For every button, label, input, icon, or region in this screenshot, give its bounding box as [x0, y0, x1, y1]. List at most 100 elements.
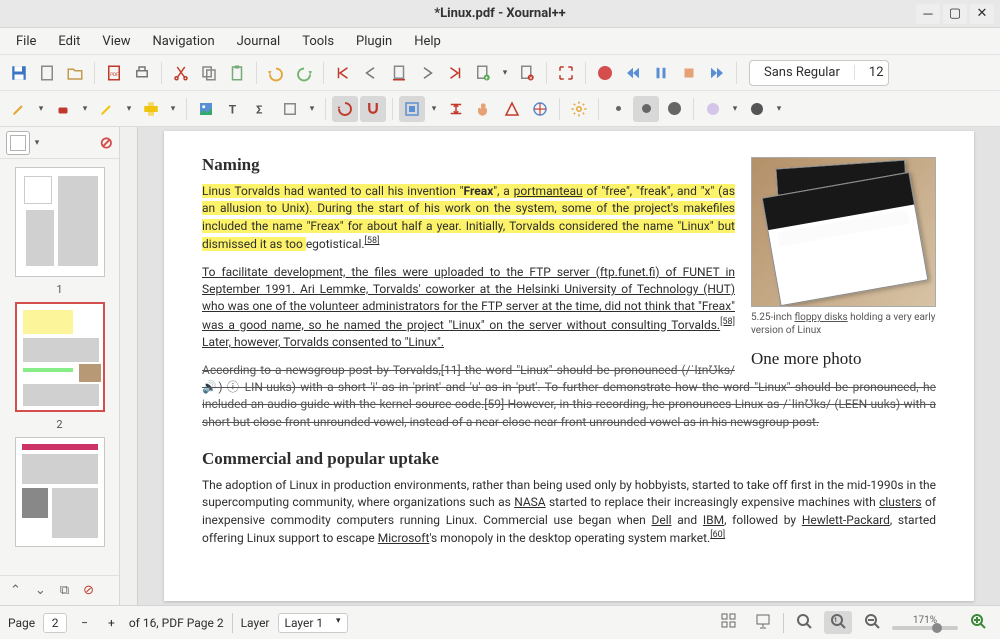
redo-button[interactable] — [291, 60, 317, 86]
hand-tool[interactable] — [471, 96, 497, 122]
thumb-1[interactable] — [15, 167, 105, 277]
color-light-dropdown[interactable]: ▾ — [728, 104, 742, 114]
zoom-100-button[interactable]: 1 — [824, 611, 852, 634]
page-view[interactable]: 5.25-inch floppy disks holding a very ea… — [120, 127, 1000, 605]
thumb-2[interactable] — [15, 302, 105, 412]
window-close-button[interactable]: ✕ — [970, 4, 994, 24]
add-page-button[interactable]: + — [470, 60, 496, 86]
grid-button[interactable] — [715, 611, 743, 634]
print-button[interactable] — [129, 60, 155, 86]
menu-edit[interactable]: Edit — [48, 31, 90, 52]
save-button[interactable] — [6, 60, 32, 86]
paragraph-4: The adoption of Linux in production envi… — [202, 477, 936, 548]
fullscreen-button[interactable] — [553, 60, 579, 86]
presentation-button[interactable] — [749, 611, 777, 634]
menu-tools[interactable]: Tools — [292, 31, 344, 52]
figure-floppy: 5.25-inch floppy disks holding a very ea… — [751, 157, 936, 369]
latex-tool[interactable]: Σ — [249, 96, 275, 122]
paste-button[interactable] — [224, 60, 250, 86]
next-page-button[interactable] — [414, 60, 440, 86]
open-button[interactable] — [62, 60, 88, 86]
cut-button[interactable] — [168, 60, 194, 86]
pen-dropdown[interactable]: ▾ — [34, 104, 48, 114]
thumb-3[interactable] — [15, 437, 105, 547]
svg-text:×: × — [529, 74, 532, 81]
page-minus-button[interactable]: − — [75, 614, 94, 632]
thumb-1-label: 1 — [56, 283, 62, 296]
pen-tool[interactable] — [6, 96, 32, 122]
window-maximize-button[interactable]: ▢ — [943, 4, 967, 24]
heading-commercial: Commercial and popular uptake — [202, 449, 936, 469]
sidebar-page-thumbs-icon[interactable] — [6, 131, 30, 155]
select-dropdown[interactable]: ▾ — [166, 104, 180, 114]
color-dark[interactable] — [744, 96, 770, 122]
font-selector[interactable]: Sans Regular 12 — [749, 60, 889, 86]
highlighter-tool[interactable] — [94, 96, 120, 122]
menu-file[interactable]: File — [6, 31, 46, 52]
thick-stroke[interactable] — [661, 96, 687, 122]
layer-selector[interactable]: Layer 1 ▾ — [278, 613, 348, 633]
sidebar-down-button[interactable]: ⌄ — [31, 581, 50, 600]
delete-page-button[interactable]: × — [514, 60, 540, 86]
undo-button[interactable] — [263, 60, 289, 86]
eraser-dropdown[interactable]: ▾ — [78, 104, 92, 114]
tool-toolbar: ▾ ▾ ▾ ▾ T Σ ▾ ▾ ▾ ▾ — [0, 90, 1000, 126]
current-page-input[interactable]: 2 — [43, 613, 67, 633]
svg-text:+: + — [485, 74, 489, 81]
sidebar-copy-button[interactable]: ⧉ — [56, 581, 73, 600]
first-page-button[interactable] — [330, 60, 356, 86]
new-button[interactable] — [34, 60, 60, 86]
record-button[interactable] — [592, 60, 618, 86]
rotate-tool[interactable] — [332, 96, 358, 122]
highlighter-dropdown[interactable]: ▾ — [122, 104, 136, 114]
sidebar-close-icon[interactable]: ⊘ — [100, 133, 113, 152]
thin-stroke[interactable] — [605, 96, 631, 122]
select-rect-dropdown[interactable]: ▾ — [427, 104, 441, 114]
forward-button[interactable] — [704, 60, 730, 86]
menu-navigation[interactable]: Navigation — [143, 31, 225, 52]
window-minimize-button[interactable]: ─ — [916, 4, 940, 24]
sidebar-thumbs[interactable]: 1 2 — [0, 159, 119, 575]
svg-text:PDF: PDF — [110, 72, 119, 78]
page-canvas[interactable]: 5.25-inch floppy disks holding a very ea… — [164, 131, 974, 601]
menu-plugin[interactable]: Plugin — [346, 31, 402, 52]
shape-dropdown[interactable]: ▾ — [305, 104, 319, 114]
compass-tool[interactable] — [527, 96, 553, 122]
menu-help[interactable]: Help — [404, 31, 451, 52]
main-toolbar: PDF + ▾ × Sans Regular 12 — [0, 54, 1000, 90]
insert-page-button[interactable] — [386, 60, 412, 86]
vertical-space-tool[interactable] — [443, 96, 469, 122]
page-plus-button[interactable]: + — [102, 614, 121, 632]
copy-button[interactable] — [196, 60, 222, 86]
text-tool[interactable]: T — [221, 96, 247, 122]
color-light[interactable] — [700, 96, 726, 122]
image-tool[interactable] — [193, 96, 219, 122]
eraser-tool[interactable] — [50, 96, 76, 122]
select-tool[interactable] — [138, 96, 164, 122]
zoom-slider[interactable] — [892, 626, 958, 630]
rewind-button[interactable] — [620, 60, 646, 86]
sidebar-delete-button[interactable]: ⊘ — [79, 581, 98, 600]
snap-tool[interactable] — [360, 96, 386, 122]
export-pdf-button[interactable]: PDF — [101, 60, 127, 86]
prev-page-button[interactable] — [358, 60, 384, 86]
preferences-button[interactable] — [566, 96, 592, 122]
stop-button[interactable] — [676, 60, 702, 86]
medium-stroke[interactable] — [633, 96, 659, 122]
menu-journal[interactable]: Journal — [227, 31, 291, 52]
sidebar-up-button[interactable]: ⌃ — [6, 581, 25, 600]
geometry-tool[interactable] — [499, 96, 525, 122]
color-dark-dropdown[interactable]: ▾ — [772, 104, 786, 114]
zoom-out-button[interactable] — [858, 611, 886, 634]
svg-text:Σ: Σ — [256, 103, 263, 116]
menu-view[interactable]: View — [92, 31, 140, 52]
shape-tool[interactable] — [277, 96, 303, 122]
page-total: of 16, PDF Page 2 — [129, 616, 224, 630]
zoom-in-button[interactable] — [964, 611, 992, 634]
pause-button[interactable] — [648, 60, 674, 86]
page-type-dropdown[interactable]: ▾ — [498, 68, 512, 78]
sidebar-mode-dropdown[interactable]: ▾ — [30, 138, 44, 148]
select-rect-tool[interactable] — [399, 96, 425, 122]
last-page-button[interactable] — [442, 60, 468, 86]
zoom-fit-button[interactable] — [790, 611, 818, 634]
